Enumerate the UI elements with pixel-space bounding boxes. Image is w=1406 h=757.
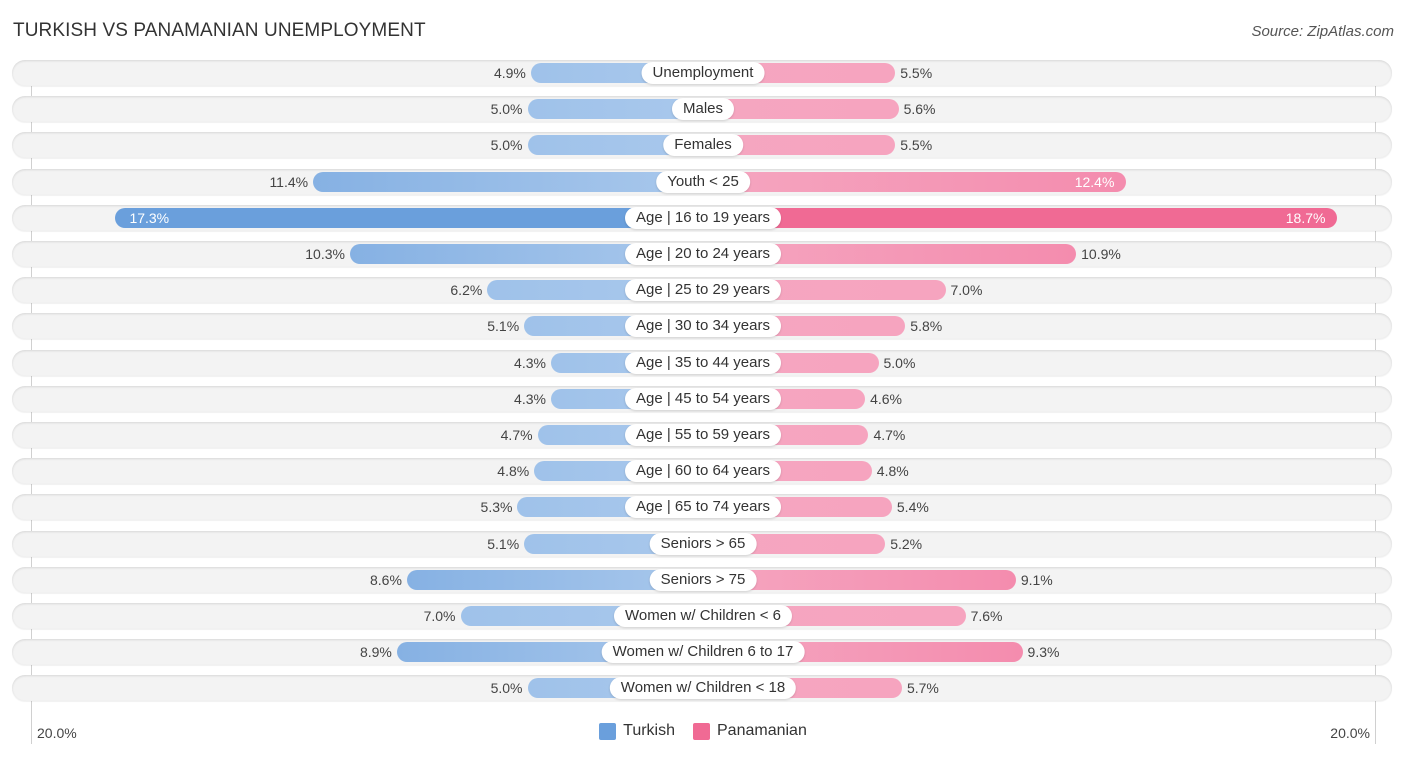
category-label: Age | 30 to 34 years — [625, 315, 781, 338]
value-label-turkish: 17.3% — [129, 209, 170, 226]
legend-item-turkish[interactable]: Turkish — [599, 722, 675, 740]
value-label-turkish: 5.0% — [490, 101, 523, 118]
value-label-panamanian: 9.3% — [1027, 644, 1060, 661]
category-label: Age | 65 to 74 years — [625, 496, 781, 519]
value-label-turkish: 4.8% — [497, 463, 530, 480]
value-label-panamanian: 9.1% — [1020, 571, 1053, 588]
category-label: Women w/ Children 6 to 17 — [601, 641, 805, 664]
bar-panamanian[interactable] — [703, 171, 1127, 192]
category-label: Age | 20 to 24 years — [625, 243, 781, 265]
category-label: Women w/ Children < 18 — [609, 677, 797, 700]
bar-panamanian[interactable] — [703, 207, 1338, 228]
value-label-turkish: 8.6% — [369, 571, 402, 588]
value-label-turkish: 7.0% — [423, 608, 456, 624]
value-label-panamanian: 4.7% — [873, 427, 906, 443]
value-label-panamanian: 4.8% — [876, 463, 909, 480]
category-label: Males — [671, 98, 735, 121]
bar-turkish[interactable] — [115, 207, 703, 228]
value-label-turkish: 11.4% — [269, 173, 309, 190]
value-label-panamanian: 5.8% — [910, 318, 943, 335]
legend-label-turkish: Turkish — [623, 722, 675, 739]
legend-swatch-turkish — [599, 722, 617, 740]
legend-swatch-panamanian — [693, 722, 710, 740]
diverging-bar-chart: 4.9% 5.5% Unemployment 5.0% 5.6% Males 5.0% 5.5… — [0, 0, 1406, 757]
value-label-turkish: 5.1% — [487, 318, 520, 335]
category-label: Youth < 25 — [656, 170, 750, 193]
value-label-panamanian: 5.0% — [883, 354, 916, 371]
category-label: Age | 60 to 64 years — [625, 460, 781, 483]
value-label-panamanian: 5.4% — [896, 499, 929, 516]
legend: Turkish Panamanian — [0, 722, 1406, 740]
value-label-turkish: 4.3% — [514, 390, 546, 407]
value-label-turkish: 8.9% — [359, 644, 392, 661]
value-label-panamanian: 5.7% — [906, 680, 939, 697]
category-label: Women w/ Children < 6 — [613, 605, 793, 627]
value-label-turkish: 5.1% — [487, 535, 520, 552]
category-label: Unemployment — [641, 62, 765, 84]
value-label-panamanian: 5.5% — [900, 137, 933, 154]
value-label-panamanian: 5.5% — [900, 65, 933, 81]
value-label-turkish: 10.3% — [305, 246, 345, 262]
value-label-panamanian: 10.9% — [1081, 246, 1121, 262]
legend-label-panamanian: Panamanian — [717, 722, 807, 739]
category-label: Age | 25 to 29 years — [625, 279, 781, 302]
category-label: Age | 35 to 44 years — [625, 351, 781, 374]
value-label-panamanian: 5.6% — [903, 101, 936, 118]
category-label: Age | 45 to 54 years — [625, 387, 781, 410]
value-label-turkish: 6.2% — [450, 282, 483, 299]
value-label-panamanian: 7.0% — [950, 282, 983, 299]
value-label-panamanian: 5.2% — [890, 535, 923, 552]
value-label-panamanian: 12.4% — [1074, 173, 1115, 190]
category-label: Age | 55 to 59 years — [625, 424, 781, 446]
value-label-panamanian: 7.6% — [970, 608, 1003, 624]
value-label-panamanian: 18.7% — [1285, 209, 1326, 226]
value-label-turkish: 4.3% — [514, 354, 546, 371]
value-label-turkish: 5.3% — [480, 499, 513, 516]
value-label-turkish: 5.0% — [490, 137, 523, 154]
value-label-turkish: 4.7% — [500, 427, 533, 443]
legend-item-panamanian[interactable]: Panamanian — [693, 722, 807, 740]
category-label: Females — [663, 134, 743, 157]
category-label: Age | 16 to 19 years — [625, 206, 781, 229]
value-label-turkish: 4.9% — [493, 65, 526, 81]
category-label: Seniors > 65 — [649, 532, 757, 555]
category-label: Seniors > 75 — [649, 568, 757, 591]
value-label-turkish: 5.0% — [490, 680, 523, 697]
value-label-panamanian: 4.6% — [870, 390, 903, 407]
bar-turkish[interactable] — [313, 171, 703, 192]
